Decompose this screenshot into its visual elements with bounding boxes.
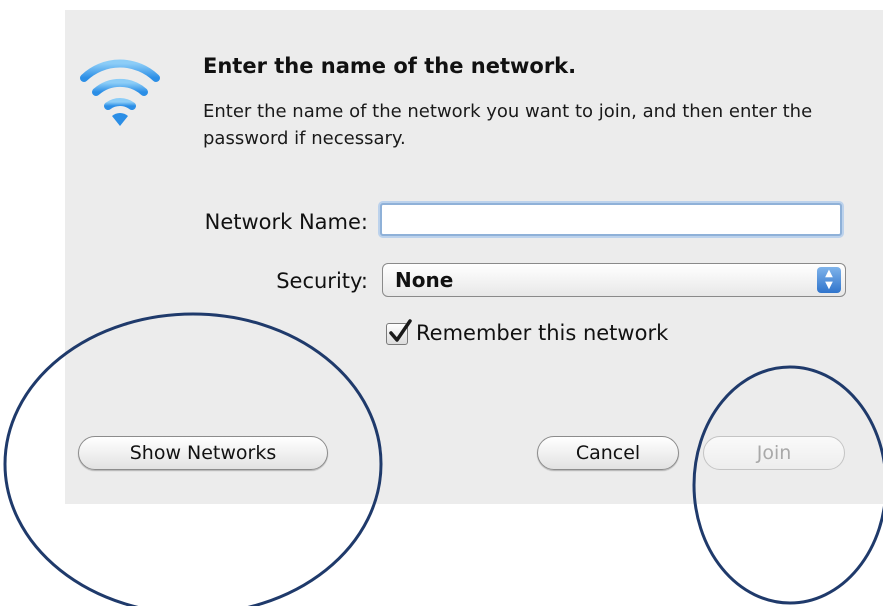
security-selected-value: None	[395, 268, 454, 292]
up-down-arrows-icon: ▲ ▼	[817, 267, 841, 293]
remember-network-checkbox[interactable]	[386, 319, 412, 345]
security-label: Security:	[276, 269, 368, 293]
dialog-description: Enter the name of the network you want t…	[203, 101, 813, 149]
security-select[interactable]: None ▲ ▼	[382, 263, 846, 297]
cancel-button[interactable]: Cancel	[537, 436, 679, 470]
network-name-label: Network Name:	[204, 210, 368, 234]
remember-network-label[interactable]: Remember this network	[416, 321, 668, 345]
show-networks-button[interactable]: Show Networks	[78, 436, 328, 470]
network-name-input[interactable]	[380, 203, 842, 236]
wifi-icon	[80, 59, 160, 126]
dialog-heading: Enter the name of the network.	[203, 54, 577, 78]
checkmark-icon	[389, 319, 412, 342]
join-network-dialog	[65, 10, 883, 504]
join-button[interactable]: Join	[703, 436, 845, 470]
